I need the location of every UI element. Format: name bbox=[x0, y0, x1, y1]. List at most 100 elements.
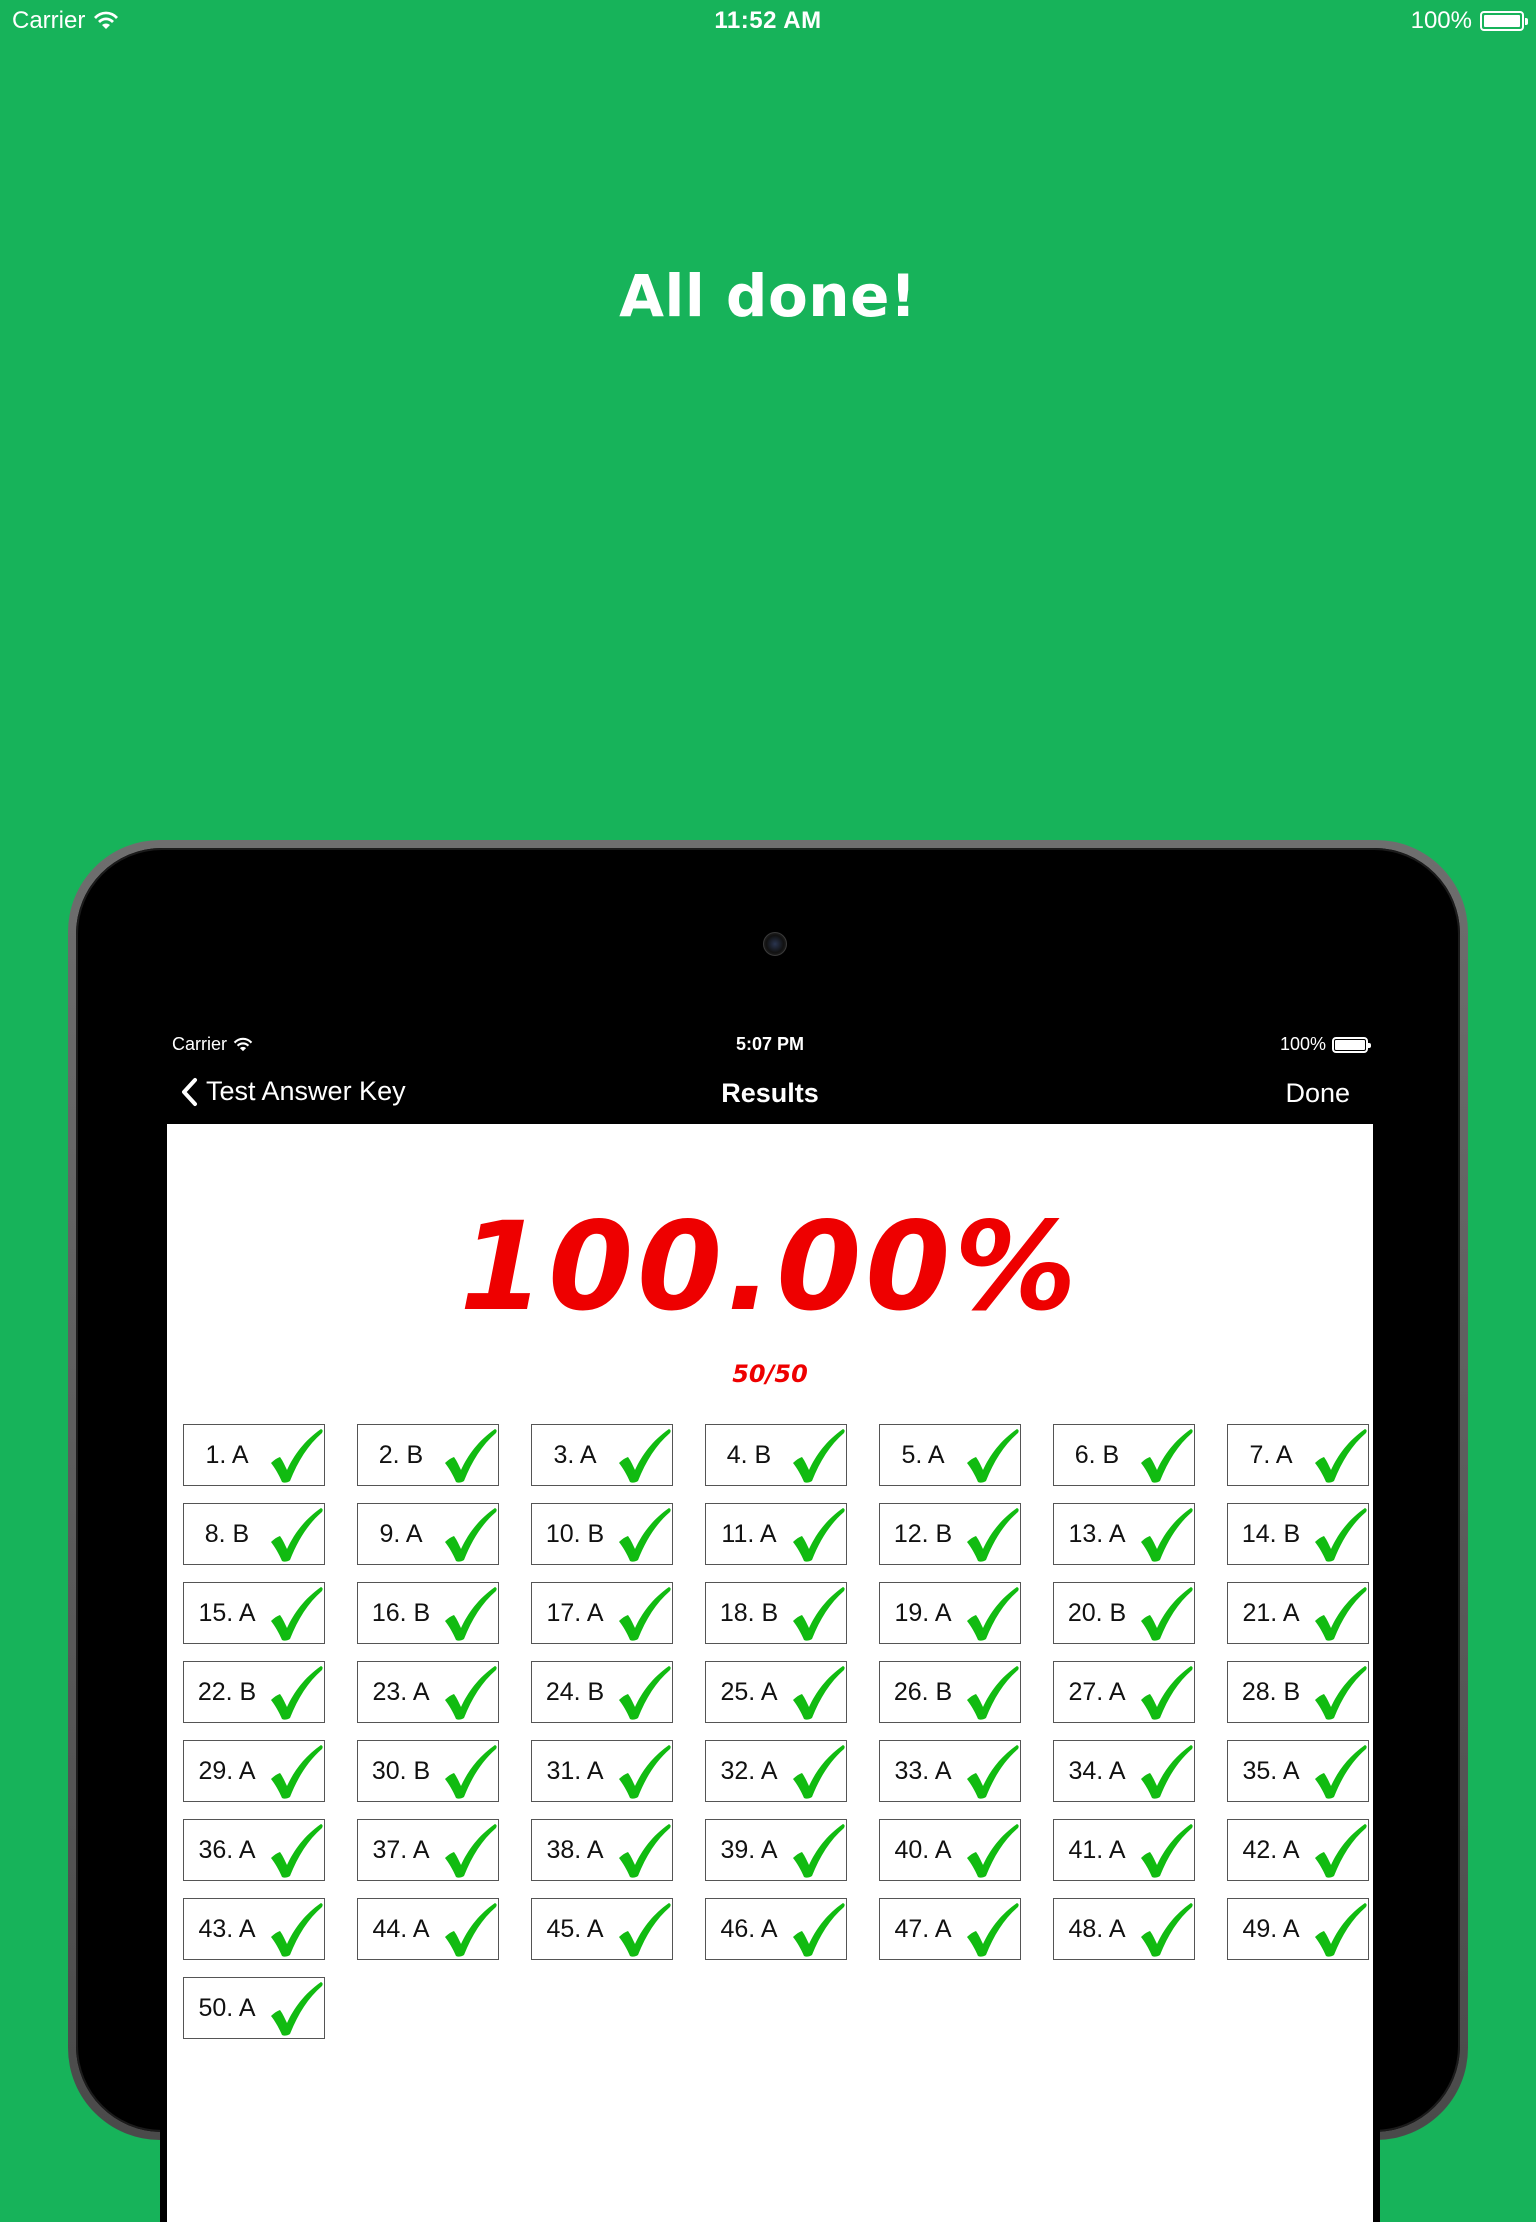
answer-label: 1. A bbox=[205, 1441, 249, 1469]
checkmark-icon bbox=[793, 1508, 845, 1562]
answer-cell: 20. B bbox=[1053, 1582, 1195, 1644]
answer-cell: 14. B bbox=[1227, 1503, 1369, 1565]
answer-cell: 34. A bbox=[1053, 1740, 1195, 1802]
answer-cell: 48. A bbox=[1053, 1898, 1195, 1960]
checkmark-icon bbox=[793, 1745, 845, 1799]
answer-label: 20. B bbox=[1067, 1599, 1127, 1627]
answer-label: 37. A bbox=[372, 1836, 430, 1864]
answer-label: 4. B bbox=[726, 1441, 772, 1469]
checkmark-icon bbox=[445, 1666, 497, 1720]
answer-label: 6. B bbox=[1074, 1441, 1120, 1469]
inner-time: 5:07 PM bbox=[735, 1034, 805, 1054]
answer-cell: 43. A bbox=[183, 1898, 325, 1960]
answer-cell: 28. B bbox=[1227, 1661, 1369, 1723]
nav-title: Results bbox=[721, 1078, 819, 1108]
answer-label: 5. A bbox=[901, 1441, 945, 1469]
answer-label: 41. A bbox=[1068, 1836, 1126, 1864]
answer-label: 14. B bbox=[1241, 1520, 1301, 1548]
answer-cell: 41. A bbox=[1053, 1819, 1195, 1881]
answer-cell: 27. A bbox=[1053, 1661, 1195, 1723]
answer-cell: 17. A bbox=[531, 1582, 673, 1644]
answer-label: 28. B bbox=[1241, 1678, 1301, 1706]
checkmark-icon bbox=[1141, 1666, 1193, 1720]
answer-cell: 18. B bbox=[705, 1582, 847, 1644]
checkmark-icon bbox=[793, 1824, 845, 1878]
answer-cell: 22. B bbox=[183, 1661, 325, 1723]
answer-cell: 30. B bbox=[357, 1740, 499, 1802]
answer-label: 38. A bbox=[546, 1836, 604, 1864]
answer-cell: 24. B bbox=[531, 1661, 673, 1723]
outer-battery: 100% bbox=[1411, 7, 1528, 35]
answer-label: 42. A bbox=[1242, 1836, 1300, 1864]
checkmark-icon bbox=[445, 1508, 497, 1562]
answer-label: 24. B bbox=[545, 1678, 605, 1706]
score-fraction: 50/50 bbox=[732, 1360, 808, 1388]
answer-cell: 21. A bbox=[1227, 1582, 1369, 1644]
answer-grid: 1. A 2. B 3. A 4. B 5. A 6. B 7. A 8. B 9. A 10. … bbox=[183, 1424, 1369, 2039]
answer-label: 33. A bbox=[894, 1757, 952, 1785]
answer-label: 44. A bbox=[372, 1915, 430, 1943]
answer-cell: 44. A bbox=[357, 1898, 499, 1960]
inner-battery-label: 100% bbox=[1279, 1034, 1326, 1054]
checkmark-icon bbox=[1315, 1508, 1367, 1562]
checkmark-icon bbox=[1141, 1508, 1193, 1562]
answer-label: 40. A bbox=[894, 1836, 952, 1864]
checkmark-icon bbox=[967, 1824, 1019, 1878]
score-percent: 100.00% bbox=[459, 1196, 1081, 1338]
answer-label: 9. A bbox=[379, 1520, 423, 1548]
answer-cell: 7. A bbox=[1227, 1424, 1369, 1486]
answer-label: 36. A bbox=[198, 1836, 256, 1864]
camera-icon bbox=[763, 932, 787, 956]
checkmark-icon bbox=[1141, 1429, 1193, 1483]
answer-cell: 5. A bbox=[879, 1424, 1021, 1486]
answer-cell: 1. A bbox=[183, 1424, 325, 1486]
answer-label: 31. A bbox=[546, 1757, 604, 1785]
answer-label: 39. A bbox=[720, 1836, 778, 1864]
answer-label: 26. B bbox=[893, 1678, 953, 1706]
checkmark-icon bbox=[619, 1666, 671, 1720]
checkmark-icon bbox=[793, 1666, 845, 1720]
answer-cell: 6. B bbox=[1053, 1424, 1195, 1486]
checkmark-icon bbox=[445, 1903, 497, 1957]
inner-status-bar: Carrier 5:07 PM 100% bbox=[160, 1022, 1380, 1062]
checkmark-icon bbox=[793, 1587, 845, 1641]
answer-label: 12. B bbox=[893, 1520, 953, 1548]
checkmark-icon bbox=[967, 1429, 1019, 1483]
ipad-bezel: Carrier 5:07 PM 100% Test Answer Key Res… bbox=[76, 848, 1460, 2222]
answer-cell: 37. A bbox=[357, 1819, 499, 1881]
done-button[interactable]: Done bbox=[1285, 1078, 1350, 1109]
checkmark-icon bbox=[1141, 1903, 1193, 1957]
checkmark-icon bbox=[1315, 1429, 1367, 1483]
outer-status-bar: Carrier 11:52 AM 100% bbox=[0, 0, 1536, 42]
answer-cell: 11. A bbox=[705, 1503, 847, 1565]
answer-cell: 45. A bbox=[531, 1898, 673, 1960]
device-screen: Carrier 5:07 PM 100% Test Answer Key Res… bbox=[160, 1022, 1380, 2222]
answer-cell: 40. A bbox=[879, 1819, 1021, 1881]
answer-label: 34. A bbox=[1068, 1757, 1126, 1785]
answer-cell: 46. A bbox=[705, 1898, 847, 1960]
answer-label: 46. A bbox=[720, 1915, 778, 1943]
checkmark-icon bbox=[1315, 1666, 1367, 1720]
answer-cell: 47. A bbox=[879, 1898, 1021, 1960]
checkmark-icon bbox=[619, 1429, 671, 1483]
answer-label: 2. B bbox=[378, 1441, 424, 1469]
answer-cell: 38. A bbox=[531, 1819, 673, 1881]
checkmark-icon bbox=[967, 1666, 1019, 1720]
navigation-bar: Test Answer Key Results Done bbox=[160, 1062, 1380, 1124]
answer-label: 27. A bbox=[1068, 1678, 1126, 1706]
answer-cell: 16. B bbox=[357, 1582, 499, 1644]
answer-cell: 12. B bbox=[879, 1503, 1021, 1565]
battery-icon bbox=[1480, 11, 1528, 31]
checkmark-icon bbox=[271, 1824, 323, 1878]
checkmark-icon bbox=[271, 1429, 323, 1483]
checkmark-icon bbox=[271, 1745, 323, 1799]
answer-label: 11. A bbox=[721, 1520, 777, 1548]
checkmark-icon bbox=[1141, 1587, 1193, 1641]
answer-label: 22. B bbox=[197, 1678, 257, 1706]
checkmark-icon bbox=[967, 1903, 1019, 1957]
checkmark-icon bbox=[619, 1903, 671, 1957]
answer-label: 30. B bbox=[371, 1757, 431, 1785]
checkmark-icon bbox=[793, 1903, 845, 1957]
answer-label: 18. B bbox=[719, 1599, 779, 1627]
inner-battery: 100% bbox=[1279, 1034, 1371, 1055]
